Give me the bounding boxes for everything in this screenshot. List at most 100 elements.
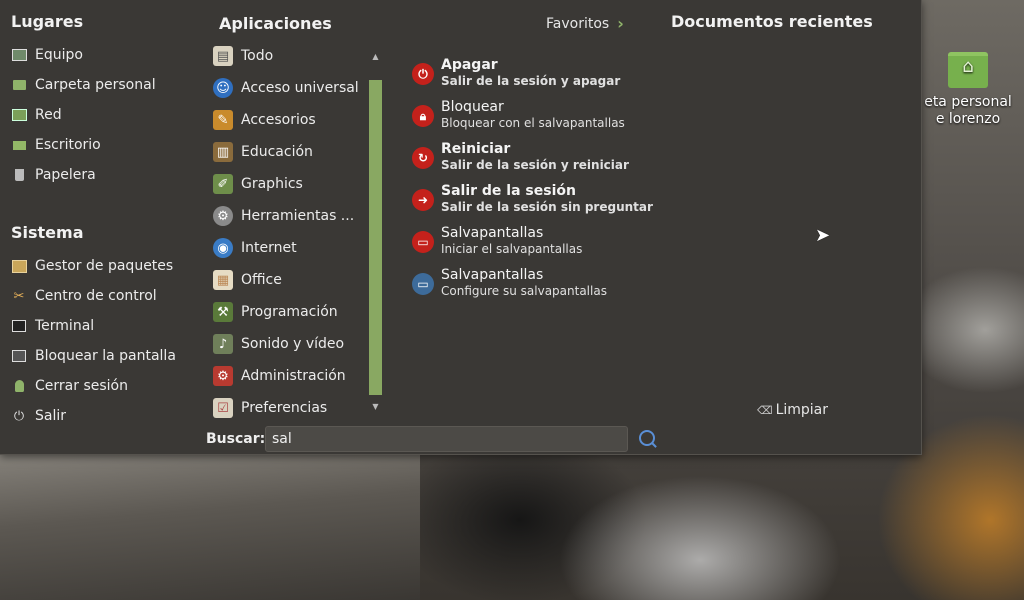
- programming-icon: ⚒: [213, 302, 233, 322]
- category-office[interactable]: ▦ Office: [213, 264, 363, 296]
- category-administration[interactable]: ⚙ Administración: [213, 360, 363, 392]
- system-item-terminal[interactable]: Terminal: [11, 311, 176, 341]
- office-icon: ▦: [213, 270, 233, 290]
- system-label: Cerrar sesión: [35, 378, 128, 394]
- result-screensaver-start[interactable]: ▭ Salvapantallas Iniciar el salvapantall…: [410, 225, 660, 267]
- system-item-lock-screen[interactable]: Bloquear la pantalla: [11, 341, 176, 371]
- terminal-icon: [11, 318, 27, 334]
- place-item-home[interactable]: Carpeta personal: [11, 70, 156, 100]
- place-label: Equipo: [35, 47, 83, 63]
- category-label: Graphics: [241, 176, 303, 192]
- category-graphics[interactable]: ✐ Graphics: [213, 168, 363, 200]
- category-preferences[interactable]: ☑ Preferencias: [213, 392, 363, 424]
- recent-documents-title: Documentos recientes: [671, 12, 873, 31]
- scroll-down-arrow-icon[interactable]: ▼: [369, 402, 382, 411]
- computer-icon: [11, 47, 27, 63]
- administration-icon: ⚙: [213, 366, 233, 386]
- category-label: Educación: [241, 144, 313, 160]
- system-item-control-center[interactable]: ✂ Centro de control: [11, 281, 176, 311]
- category-label: Acceso universal: [241, 80, 359, 96]
- result-shutdown[interactable]: ⏻ Apagar Salir de la sesión y apagar: [410, 57, 660, 99]
- category-all[interactable]: ▤ Todo: [213, 40, 363, 72]
- search-icon[interactable]: [639, 430, 655, 446]
- applications-scrollbar[interactable]: ▲ ▼: [369, 52, 382, 411]
- result-description: Iniciar el salvapantallas: [441, 242, 583, 256]
- control-center-icon: ✂: [13, 288, 25, 304]
- power-icon: ⏻: [13, 408, 25, 424]
- place-label: Escritorio: [35, 137, 101, 153]
- package-manager-icon: [11, 258, 27, 274]
- result-title: Apagar: [441, 57, 498, 73]
- result-logout[interactable]: ➜ Salir de la sesión Salir de la sesión …: [410, 183, 660, 225]
- category-label: Sonido y vídeo: [241, 336, 345, 352]
- search-results: ⏻ Apagar Salir de la sesión y apagar 🔒︎ …: [410, 57, 660, 309]
- applications-title: Aplicaciones: [219, 14, 332, 33]
- chevron-right-icon: ›: [617, 14, 624, 33]
- place-label: Red: [35, 107, 62, 123]
- place-item-trash[interactable]: Papelera: [11, 160, 156, 190]
- place-item-network[interactable]: Red: [11, 100, 156, 130]
- category-programming[interactable]: ⚒ Programación: [213, 296, 363, 328]
- favorites-button[interactable]: Favoritos ›: [546, 14, 624, 33]
- result-description: Salir de la sesión y apagar: [441, 74, 621, 88]
- result-description: Salir de la sesión sin preguntar: [441, 200, 653, 214]
- graphics-icon: ✐: [213, 174, 233, 194]
- category-tools[interactable]: ⚙ Herramientas ...: [213, 200, 363, 232]
- category-label: Preferencias: [241, 400, 328, 416]
- internet-icon: ◉: [213, 238, 233, 258]
- multimedia-icon: ♪: [213, 334, 233, 354]
- applications-list: ▤ Todo ☺ Acceso universal ✎ Accesorios ▥…: [213, 40, 363, 424]
- system-item-package-manager[interactable]: Gestor de paquetes: [11, 251, 176, 281]
- result-restart[interactable]: ↻ Reiniciar Salir de la sesión y reinici…: [410, 141, 660, 183]
- result-title: Salvapantallas: [441, 267, 544, 283]
- home-folder-icon: [11, 77, 27, 93]
- lock-screen-icon: [11, 348, 27, 364]
- category-internet[interactable]: ◉ Internet: [213, 232, 363, 264]
- logout-icon: ➜: [412, 189, 434, 211]
- result-screensaver-config[interactable]: ▭ Salvapantallas Configure su salvapanta…: [410, 267, 660, 309]
- preferences-icon: ☑: [213, 398, 233, 418]
- scroll-up-arrow-icon[interactable]: ▲: [369, 52, 382, 61]
- places-list: Equipo Carpeta personal Red Escritorio P…: [11, 40, 156, 190]
- category-label: Office: [241, 272, 282, 288]
- result-title: Salir de la sesión: [441, 183, 576, 199]
- trash-icon: [11, 167, 27, 183]
- system-label: Centro de control: [35, 288, 157, 304]
- category-label: Accesorios: [241, 112, 316, 128]
- logout-icon: [11, 378, 27, 394]
- result-title: Salvapantallas: [441, 225, 544, 241]
- education-icon: ▥: [213, 142, 233, 162]
- mouse-cursor-icon: ➤: [815, 225, 831, 246]
- restart-icon: ↻: [412, 147, 434, 169]
- category-label: Administración: [241, 368, 346, 384]
- system-label: Salir: [35, 408, 67, 424]
- place-item-computer[interactable]: Equipo: [11, 40, 156, 70]
- system-label: Bloquear la pantalla: [35, 348, 176, 364]
- category-label: Programación: [241, 304, 338, 320]
- clear-recent-button[interactable]: ⌫ Limpiar: [757, 402, 828, 418]
- search-input[interactable]: [265, 426, 628, 452]
- result-lock[interactable]: 🔒︎ Bloquear Bloquear con el salvapantall…: [410, 99, 660, 141]
- desktop-home-folder[interactable]: eta personal e lorenzo: [912, 52, 1024, 128]
- application-menu: Lugares Equipo Carpeta personal Red Escr…: [0, 0, 922, 455]
- category-multimedia[interactable]: ♪ Sonido y vídeo: [213, 328, 363, 360]
- place-item-desktop[interactable]: Escritorio: [11, 130, 156, 160]
- system-label: Terminal: [35, 318, 95, 334]
- category-education[interactable]: ▥ Educación: [213, 136, 363, 168]
- system-item-logout[interactable]: Cerrar sesión: [11, 371, 176, 401]
- network-icon: [11, 107, 27, 123]
- scrollbar-thumb[interactable]: [369, 80, 382, 395]
- desktop-icon-label-line1: eta personal: [924, 94, 1012, 110]
- system-item-quit[interactable]: ⏻ Salir: [11, 401, 176, 431]
- category-accessibility[interactable]: ☺ Acceso universal: [213, 72, 363, 104]
- place-label: Papelera: [35, 167, 96, 183]
- result-title: Bloquear: [441, 99, 504, 115]
- category-accessories[interactable]: ✎ Accesorios: [213, 104, 363, 136]
- places-title: Lugares: [11, 12, 84, 31]
- result-description: Configure su salvapantallas: [441, 284, 607, 298]
- clear-icon: ⌫: [757, 403, 773, 417]
- power-icon: ⏻: [412, 63, 434, 85]
- desktop-icon: [11, 137, 27, 153]
- favorites-label: Favoritos: [546, 15, 610, 32]
- screensaver-config-icon: ▭: [412, 273, 434, 295]
